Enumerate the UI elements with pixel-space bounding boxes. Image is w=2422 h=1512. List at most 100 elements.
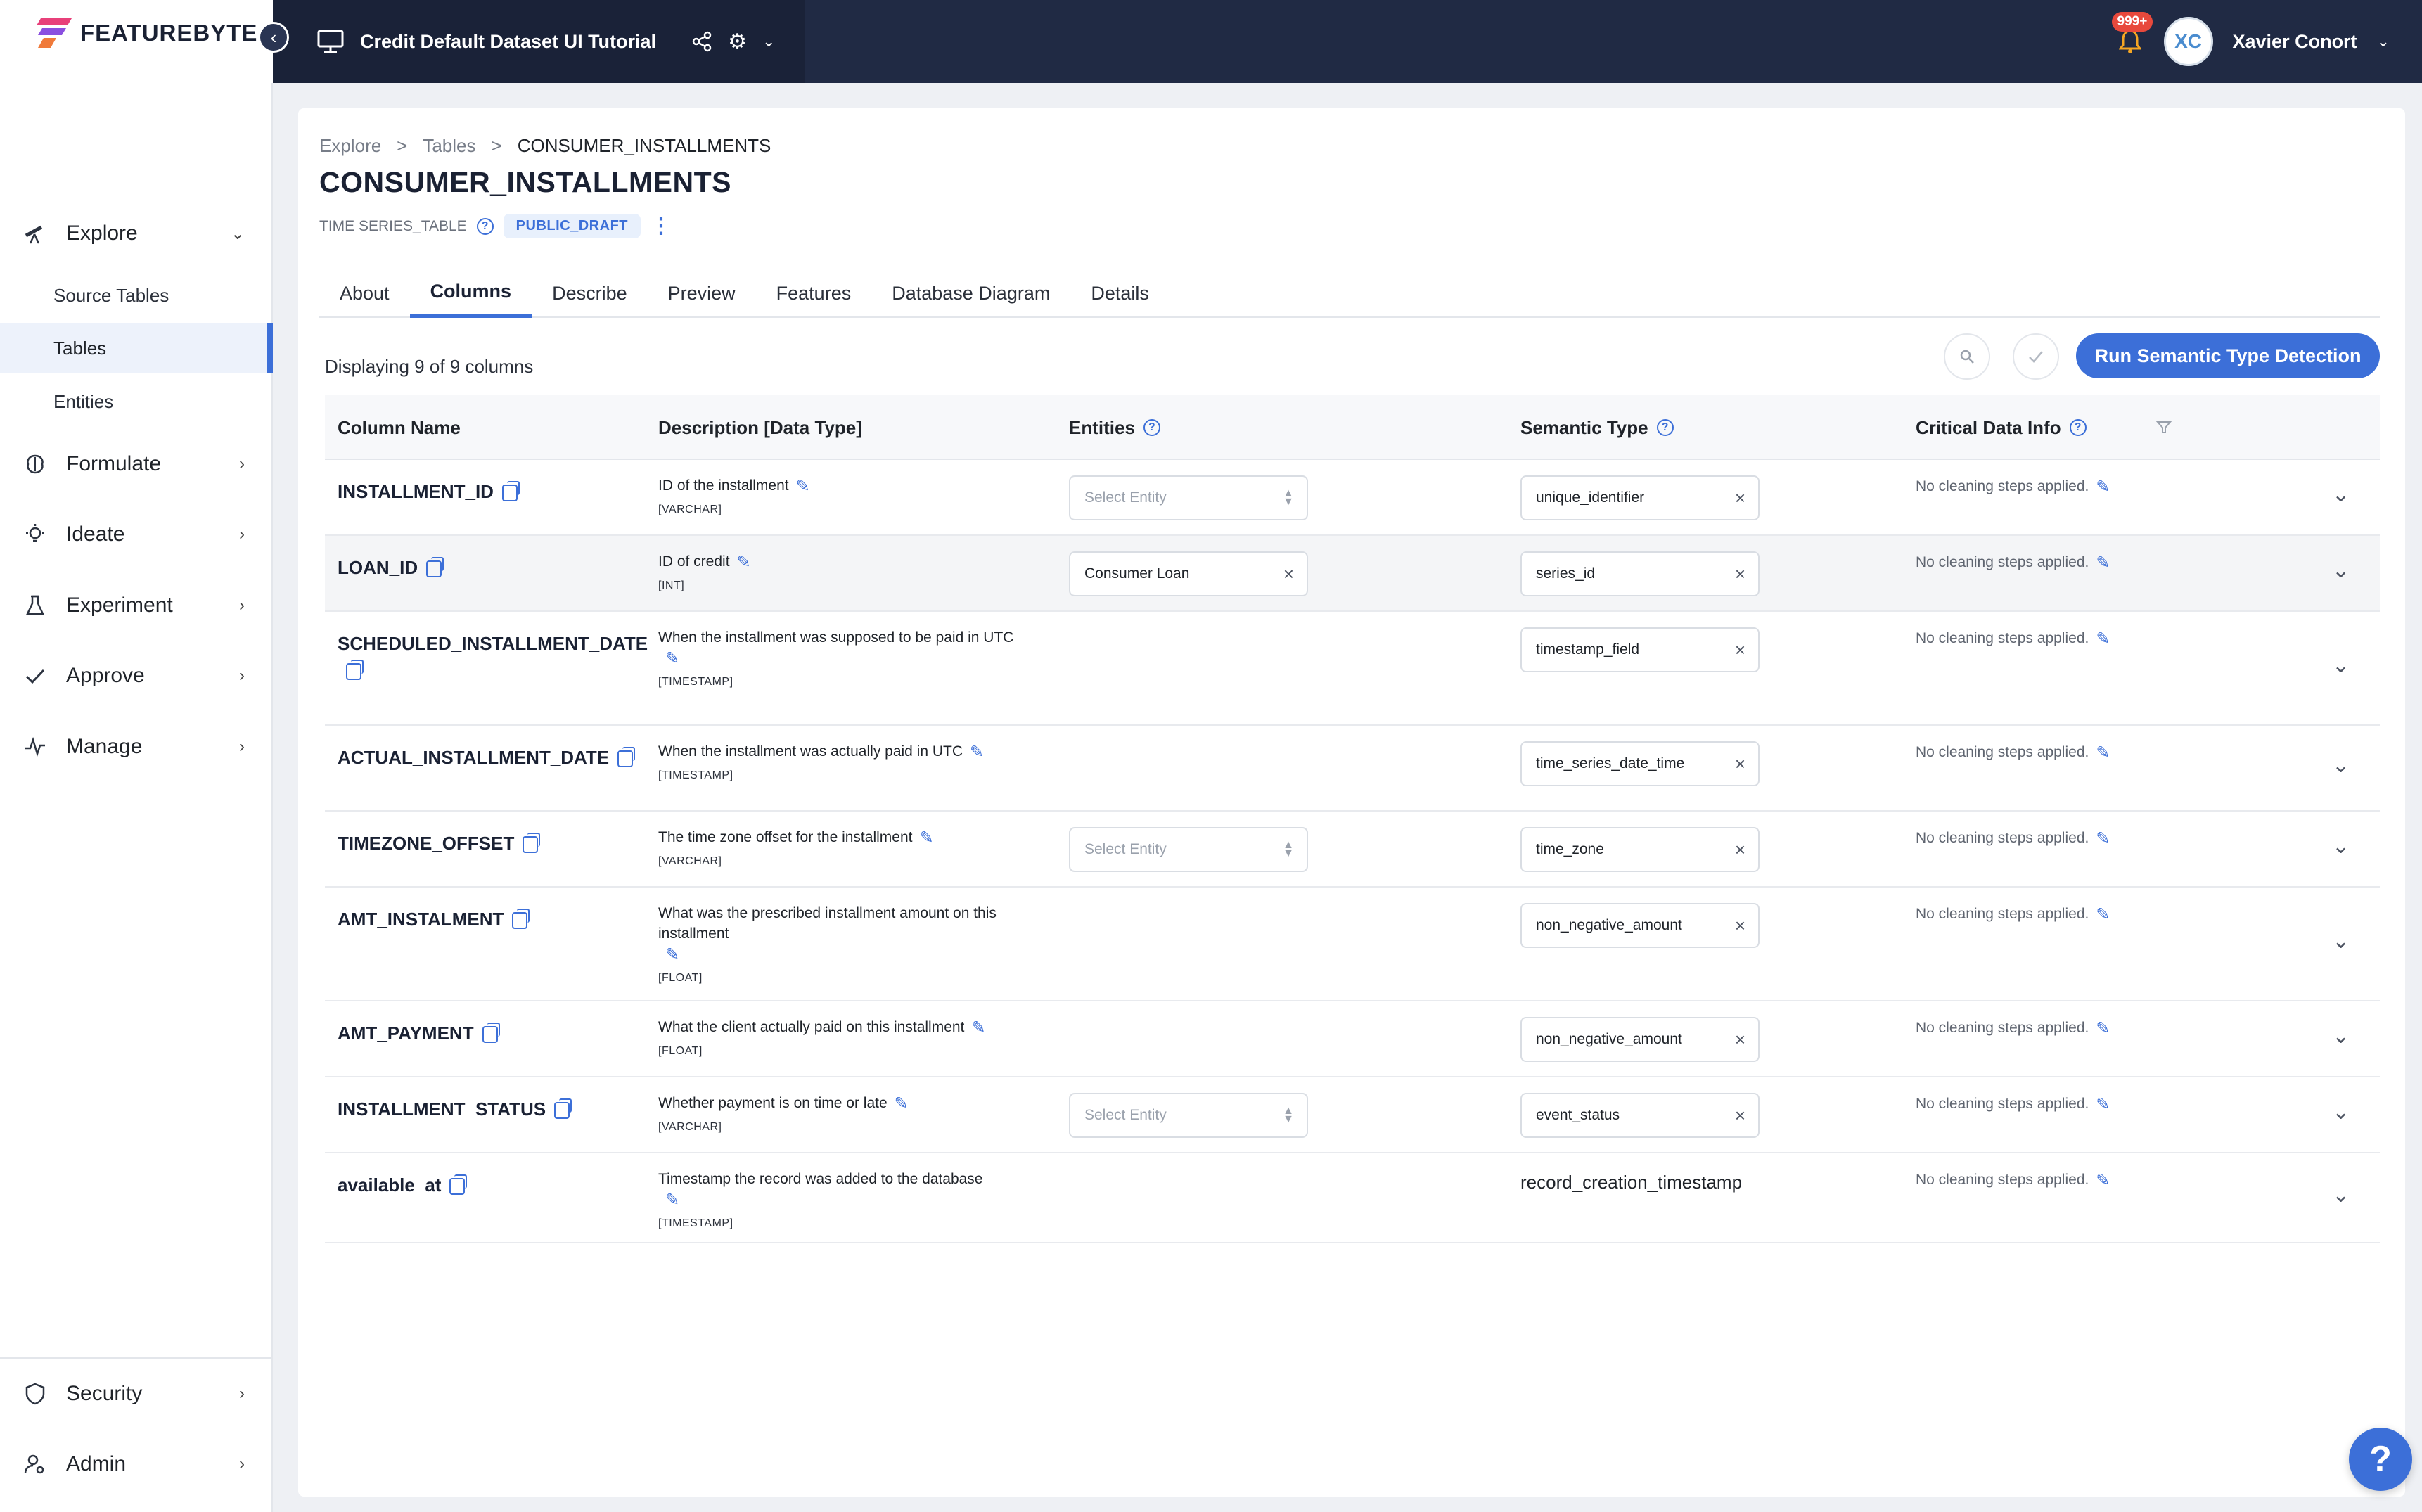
edit-icon[interactable]: ✎ bbox=[2096, 553, 2110, 572]
project-selector[interactable]: Credit Default Dataset UI Tutorial ⚙ ⌄ bbox=[273, 0, 805, 83]
table-row[interactable]: AMT_INSTALMENT What was the prescribed in… bbox=[325, 888, 2380, 1001]
avatar[interactable]: XC bbox=[2163, 17, 2213, 66]
copy-icon[interactable] bbox=[482, 1023, 500, 1044]
expand-chevron-icon[interactable]: ⌄ bbox=[2332, 653, 2350, 678]
table-row[interactable]: INSTALLMENT_STATUS Whether payment is on … bbox=[325, 1077, 2380, 1153]
sidebar-item-tables[interactable]: Tables bbox=[0, 323, 273, 373]
sidebar-item-experiment[interactable]: Experiment › bbox=[0, 584, 273, 627]
copy-icon[interactable] bbox=[523, 833, 541, 854]
clear-icon[interactable]: × bbox=[1735, 1105, 1745, 1127]
help-icon[interactable]: ? bbox=[476, 217, 494, 235]
semantic-type-select[interactable]: unique_identifier × bbox=[1520, 475, 1760, 520]
clear-icon[interactable]: × bbox=[1735, 563, 1745, 585]
filter-icon[interactable] bbox=[2156, 395, 2172, 460]
edit-icon[interactable]: ✎ bbox=[2096, 1171, 2110, 1190]
edit-icon[interactable]: ✎ bbox=[2096, 743, 2110, 762]
entity-select[interactable]: Consumer Loan × bbox=[1069, 551, 1308, 596]
tab-columns[interactable]: Columns bbox=[409, 269, 532, 318]
edit-icon[interactable]: ✎ bbox=[2096, 478, 2110, 496]
edit-icon[interactable]: ✎ bbox=[665, 649, 679, 668]
copy-icon[interactable] bbox=[346, 660, 364, 681]
tab-details[interactable]: Details bbox=[1070, 269, 1170, 318]
table-row[interactable]: LOAN_ID ID of credit ✎ [INT] Consumer Loan × s… bbox=[325, 536, 2380, 612]
entity-select[interactable]: Select Entity ▲ ▼ bbox=[1069, 827, 1308, 872]
edit-icon[interactable]: ✎ bbox=[971, 1018, 985, 1037]
clear-icon[interactable]: × bbox=[1283, 563, 1294, 585]
copy-icon[interactable] bbox=[617, 747, 636, 768]
sidebar-item-admin[interactable]: Admin › bbox=[0, 1443, 273, 1485]
entity-select[interactable]: Select Entity ▲ ▼ bbox=[1069, 1093, 1308, 1138]
edit-icon[interactable]: ✎ bbox=[2096, 629, 2110, 648]
sidebar-item-formulate[interactable]: Formulate › bbox=[0, 443, 273, 485]
copy-icon[interactable] bbox=[426, 557, 444, 578]
tab-features[interactable]: Features bbox=[756, 269, 872, 318]
edit-icon[interactable]: ✎ bbox=[919, 828, 933, 847]
sidebar-item-source-tables[interactable]: Source Tables bbox=[0, 270, 273, 321]
edit-icon[interactable]: ✎ bbox=[895, 1094, 909, 1113]
help-icon[interactable]: ? bbox=[1656, 419, 1674, 436]
copy-icon[interactable] bbox=[512, 909, 530, 930]
clear-icon[interactable]: × bbox=[1735, 915, 1745, 937]
semantic-type-select[interactable]: time_series_date_time × bbox=[1520, 741, 1760, 786]
chevron-down-icon[interactable]: ⌄ bbox=[2377, 32, 2390, 51]
copy-icon[interactable] bbox=[554, 1098, 572, 1120]
clear-icon[interactable]: × bbox=[1735, 639, 1745, 661]
copy-icon[interactable] bbox=[501, 481, 520, 502]
expand-chevron-icon[interactable]: ⌄ bbox=[2332, 753, 2350, 778]
entity-select[interactable]: Select Entity ▲ ▼ bbox=[1069, 475, 1308, 520]
user-name[interactable]: Xavier Conort bbox=[2233, 31, 2357, 53]
edit-icon[interactable]: ✎ bbox=[2096, 829, 2110, 848]
collapse-sidebar-button[interactable]: ‹ bbox=[258, 22, 289, 53]
confirm-button[interactable] bbox=[2013, 333, 2059, 380]
expand-chevron-icon[interactable]: ⌄ bbox=[2332, 558, 2350, 583]
sidebar-item-security[interactable]: Security › bbox=[0, 1373, 273, 1415]
semantic-type-select[interactable]: time_zone × bbox=[1520, 827, 1760, 872]
tab-database-diagram[interactable]: Database Diagram bbox=[871, 269, 1070, 318]
expand-chevron-icon[interactable]: ⌄ bbox=[2332, 929, 2350, 954]
logo[interactable]: FEATUREBYTE bbox=[35, 17, 257, 49]
sidebar-item-approve[interactable]: Approve › bbox=[0, 655, 273, 697]
table-row[interactable]: SCHEDULED_INSTALLMENT_DATE When the insta… bbox=[325, 612, 2380, 726]
clear-icon[interactable]: × bbox=[1735, 839, 1745, 861]
tab-preview[interactable]: Preview bbox=[648, 269, 756, 318]
edit-icon[interactable]: ✎ bbox=[796, 477, 810, 496]
edit-icon[interactable]: ✎ bbox=[2096, 1095, 2110, 1114]
semantic-type-select[interactable]: non_negative_amount × bbox=[1520, 1017, 1760, 1062]
share-icon[interactable] bbox=[691, 31, 712, 52]
expand-chevron-icon[interactable]: ⌄ bbox=[2332, 482, 2350, 507]
edit-icon[interactable]: ✎ bbox=[970, 743, 984, 762]
edit-icon[interactable]: ✎ bbox=[737, 553, 751, 572]
semantic-type-select[interactable]: series_id × bbox=[1520, 551, 1760, 596]
search-button[interactable] bbox=[1944, 333, 1990, 380]
tab-about[interactable]: About bbox=[319, 269, 410, 318]
edit-icon[interactable]: ✎ bbox=[665, 945, 679, 964]
run-semantic-type-detection-button[interactable]: Run Semantic Type Detection bbox=[2076, 333, 2380, 378]
semantic-type-select[interactable]: timestamp_field × bbox=[1520, 627, 1760, 672]
help-button[interactable]: ? bbox=[2349, 1428, 2412, 1491]
table-row[interactable]: AMT_PAYMENT What the client actually paid… bbox=[325, 1001, 2380, 1077]
breadcrumb-explore[interactable]: Explore bbox=[319, 135, 381, 157]
edit-icon[interactable]: ✎ bbox=[665, 1191, 679, 1210]
expand-chevron-icon[interactable]: ⌄ bbox=[2332, 834, 2350, 859]
table-row[interactable]: INSTALLMENT_ID ID of the installment ✎ [VAR… bbox=[325, 460, 2380, 536]
more-options-icon[interactable]: ⋮ bbox=[651, 214, 672, 238]
gear-icon[interactable]: ⚙ bbox=[728, 30, 747, 54]
help-icon[interactable]: ? bbox=[2069, 419, 2087, 436]
expand-chevron-icon[interactable]: ⌄ bbox=[2332, 1024, 2350, 1049]
sidebar-item-ideate[interactable]: Ideate › bbox=[0, 513, 273, 556]
table-row[interactable]: ACTUAL_INSTALLMENT_DATE When the installm… bbox=[325, 726, 2380, 812]
semantic-type-select[interactable]: event_status × bbox=[1520, 1093, 1760, 1138]
sidebar-item-manage[interactable]: Manage › bbox=[0, 726, 273, 768]
notifications-button[interactable]: 999+ bbox=[2111, 12, 2153, 57]
sidebar-item-explore[interactable]: Explore ⌄ bbox=[0, 212, 273, 255]
edit-icon[interactable]: ✎ bbox=[2096, 905, 2110, 924]
chevron-down-icon[interactable]: ⌄ bbox=[762, 32, 775, 51]
edit-icon[interactable]: ✎ bbox=[2096, 1019, 2110, 1038]
clear-icon[interactable]: × bbox=[1735, 753, 1745, 775]
semantic-type-select[interactable]: non_negative_amount × bbox=[1520, 903, 1760, 948]
expand-chevron-icon[interactable]: ⌄ bbox=[2332, 1100, 2350, 1125]
clear-icon[interactable]: × bbox=[1735, 487, 1745, 509]
help-icon[interactable]: ? bbox=[1143, 419, 1160, 436]
expand-chevron-icon[interactable]: ⌄ bbox=[2332, 1183, 2350, 1207]
tab-describe[interactable]: Describe bbox=[532, 269, 648, 318]
